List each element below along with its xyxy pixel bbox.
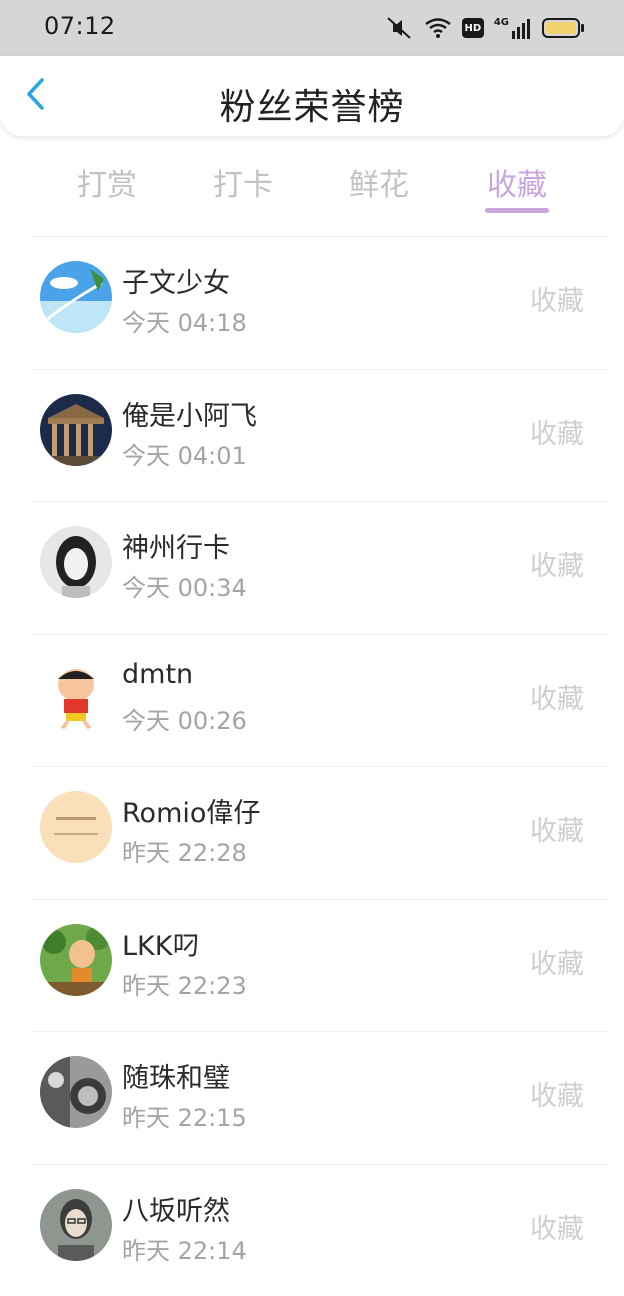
avatar (40, 659, 112, 731)
favorite-label: 收藏 (530, 279, 584, 318)
fan-name: 八坂听然 (122, 1189, 230, 1228)
list-item[interactable]: 俺是小阿飞 今天 04:01 收藏 (32, 369, 608, 502)
fan-time: 昨天 22:15 (122, 1098, 247, 1133)
fan-time: 昨天 22:14 (122, 1231, 247, 1266)
page-title: 粉丝荣誉榜 (0, 78, 624, 130)
fan-time: 今天 00:26 (122, 701, 247, 736)
hd-icon: HD (462, 18, 484, 38)
tab-flowers[interactable]: 鲜花 (349, 160, 409, 204)
list-item[interactable]: 神州行卡 今天 00:34 收藏 (32, 501, 608, 634)
favorite-label: 收藏 (530, 942, 584, 981)
favorite-label: 收藏 (530, 412, 584, 451)
fan-list: 子文少女 今天 04:18 收藏 俺是小阿飞 今天 04:01 收藏 (32, 236, 608, 1296)
fan-name: 神州行卡 (122, 526, 230, 565)
status-bar: 07:12 HD 4G (0, 0, 624, 56)
fan-time: 今天 04:01 (122, 436, 247, 471)
fan-name: LKK叼 (122, 924, 199, 963)
status-icons: HD 4G (384, 14, 580, 42)
fan-time: 昨天 22:28 (122, 833, 247, 868)
avatar (40, 1056, 112, 1128)
list-item[interactable]: 子文少女 今天 04:18 收藏 (32, 236, 608, 369)
avatar (40, 394, 112, 466)
avatar (40, 1189, 112, 1261)
list-item[interactable]: 八坂听然 昨天 22:14 收藏 (32, 1164, 608, 1296)
network-label: 4G (494, 17, 509, 28)
fan-time: 今天 04:18 (122, 303, 247, 338)
mute-icon (384, 16, 414, 40)
active-tab-indicator (485, 208, 549, 213)
favorite-label: 收藏 (530, 1074, 584, 1113)
tab-tip[interactable]: 打赏 (77, 160, 137, 204)
battery-icon (542, 18, 580, 38)
fan-name: 俺是小阿飞 (122, 394, 257, 433)
signal-4g-icon: 4G (494, 17, 532, 39)
list-item[interactable]: dmtn 今天 00:26 收藏 (32, 634, 608, 767)
fan-name: Romio偉仔 (122, 791, 260, 830)
list-item[interactable]: 随珠和璧 昨天 22:15 收藏 (32, 1031, 608, 1164)
avatar (40, 791, 112, 863)
fan-name: dmtn (122, 659, 193, 690)
fan-name: 随珠和璧 (122, 1056, 230, 1095)
fan-time: 今天 00:34 (122, 568, 247, 603)
tab-bar: 打赏 打卡 鲜花 收藏 (0, 150, 624, 220)
avatar (40, 526, 112, 598)
avatar (40, 261, 112, 333)
fan-time: 昨天 22:23 (122, 966, 247, 1001)
tab-favorites[interactable]: 收藏 (487, 160, 547, 204)
tab-checkin[interactable]: 打卡 (213, 160, 273, 204)
wifi-icon (424, 17, 452, 39)
favorite-label: 收藏 (530, 544, 584, 583)
header: 粉丝荣誉榜 (0, 56, 624, 136)
favorite-label: 收藏 (530, 809, 584, 848)
favorite-label: 收藏 (530, 677, 584, 716)
list-item[interactable]: LKK叼 昨天 22:23 收藏 (32, 899, 608, 1032)
avatar (40, 924, 112, 996)
list-item[interactable]: Romio偉仔 昨天 22:28 收藏 (32, 766, 608, 899)
fan-name: 子文少女 (122, 261, 230, 300)
status-time: 07:12 (44, 12, 116, 40)
favorite-label: 收藏 (530, 1207, 584, 1246)
